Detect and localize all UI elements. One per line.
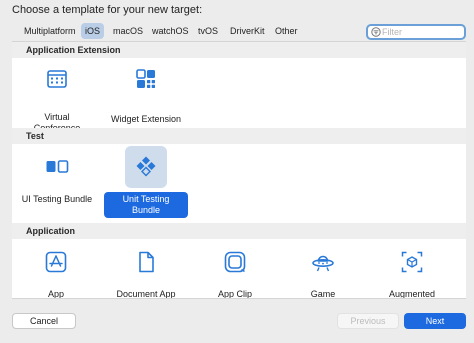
game-ufo-icon (312, 255, 334, 272)
template-tile-selected (125, 146, 167, 188)
template-unit-testing-bundle[interactable]: Unit Testing Bundle (104, 146, 188, 218)
calendar-grid-icon (47, 70, 67, 88)
template-app[interactable]: App (14, 241, 98, 299)
tab-multiplatform[interactable]: Multiplatform (20, 23, 80, 39)
tab-driverkit[interactable]: DriverKit (226, 23, 269, 39)
tab-tvos[interactable]: tvOS (194, 23, 222, 39)
template-tile (36, 146, 78, 188)
template-app-clip[interactable]: App Clip (193, 241, 277, 299)
section-header-application: Application (12, 223, 466, 239)
app-store-icon (45, 251, 67, 273)
cancel-button[interactable]: Cancel (12, 313, 76, 329)
template-tile (125, 58, 167, 100)
template-label: UI Testing Bundle (21, 194, 93, 204)
template-widget-extension[interactable]: Widget Extension (104, 58, 188, 138)
tab-other[interactable]: Other (271, 23, 302, 39)
template-game[interactable]: Game (281, 241, 365, 299)
app-clip-icon (224, 251, 246, 273)
widget-grid-icon (136, 69, 155, 88)
template-tile (125, 241, 167, 283)
filter-field[interactable]: Filter (366, 24, 466, 40)
next-button[interactable]: Next (404, 313, 466, 329)
template-document-app[interactable]: Document App (104, 241, 188, 299)
tab-ios[interactable]: iOS (81, 23, 105, 39)
filter-placeholder: Filter (382, 27, 402, 37)
template-tile (214, 241, 256, 283)
template-label: Game (310, 289, 336, 299)
template-virtual-conference[interactable]: Virtual Conference (15, 58, 99, 138)
template-augmented[interactable]: Augmented (370, 241, 454, 299)
template-label-selected: Unit Testing Bundle (104, 192, 188, 218)
template-label: App Clip (217, 289, 253, 299)
template-label: Widget Extension (110, 114, 182, 124)
augmented-cube-icon (401, 251, 423, 273)
template-label: Document App (116, 289, 176, 299)
diamond-grid-icon (136, 156, 156, 177)
template-tile (35, 241, 77, 283)
template-label: App (47, 289, 64, 299)
template-tile (36, 58, 78, 100)
template-label: Augmented (388, 289, 436, 299)
template-list[interactable]: Application Extension Virtual Conference (12, 41, 466, 299)
dialog-prompt: Choose a template for your new target: (12, 4, 203, 16)
previous-button[interactable]: Previous (337, 313, 399, 329)
section-header-test: Test (12, 128, 466, 144)
ui-test-icon (46, 160, 69, 173)
template-tile (391, 241, 433, 283)
template-tile (302, 241, 344, 283)
filter-icon (371, 27, 381, 37)
tab-macos[interactable]: macOS (109, 23, 147, 39)
section-header-application-extension: Application Extension (12, 42, 466, 58)
tab-watchos[interactable]: watchOS (148, 23, 193, 39)
document-icon (139, 251, 154, 273)
template-ui-testing-bundle[interactable]: UI Testing Bundle (15, 146, 99, 218)
